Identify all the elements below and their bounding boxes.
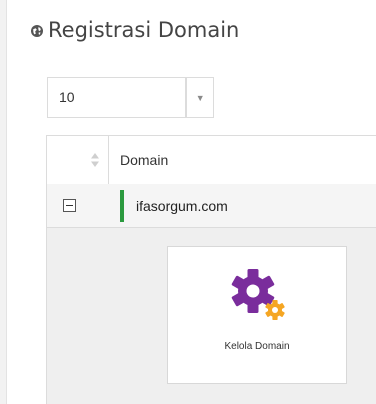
status-indicator: [120, 190, 124, 222]
panel-heading: Registrasi Domain: [30, 14, 239, 46]
expand-column-header[interactable]: [47, 136, 109, 184]
kelola-domain-button[interactable]: Kelola Domain: [167, 246, 347, 384]
globe-icon: [31, 25, 43, 37]
page-length-select[interactable]: 10 ▼: [47, 77, 214, 118]
collapse-minus-icon[interactable]: [63, 199, 76, 212]
gear-icon: [231, 269, 285, 320]
kelola-domain-label: Kelola Domain: [224, 341, 290, 352]
page-length-value: 10: [59, 89, 75, 105]
sidebar-edge: [0, 0, 7, 404]
domain-table: Domain ifasorgum.com Kelola Domain: [46, 135, 376, 404]
sort-icon[interactable]: [91, 153, 99, 167]
page-title: Registrasi Domain: [48, 18, 240, 42]
table-row[interactable]: ifasorgum.com: [46, 184, 376, 228]
page: Registrasi Domain 10 ▼ Domain ifasorgum.…: [0, 0, 376, 404]
caret-down-icon[interactable]: ▼: [186, 78, 213, 117]
domain-name[interactable]: ifasorgum.com: [136, 184, 228, 228]
registrasi-domain-panel: Registrasi Domain 10 ▼ Domain ifasorgum.…: [30, 0, 376, 404]
row-detail: Kelola Domain: [46, 228, 376, 404]
column-header-domain[interactable]: Domain: [120, 136, 168, 184]
table-header: Domain: [46, 135, 376, 185]
